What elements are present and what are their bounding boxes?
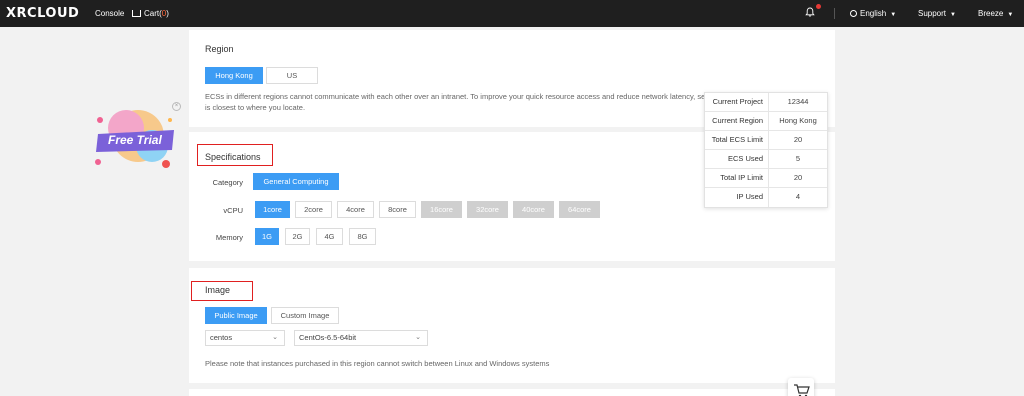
info-value: 4 [795,192,801,201]
globe-icon [850,10,857,17]
region-hong-kong-button[interactable]: Hong Kong [205,67,263,84]
user-label: Breeze [978,9,1004,18]
table-row: Total ECS Limit 20 [705,131,827,150]
info-key: IP Used [705,188,769,207]
notification-dot [816,4,821,9]
region-note-line1: ECSs in different regions cannot communi… [205,92,705,101]
vcpu-4core[interactable]: 4core [337,201,374,218]
language-label: English [860,9,887,18]
info-key: Total IP Limit [705,169,769,187]
info-key: ECS Used [705,150,769,168]
region-title: Region [205,44,234,54]
table-row: Current Region Hong Kong [705,112,827,131]
chevron-down-icon: ⌄ [415,334,421,341]
info-value: 12344 [787,97,809,106]
image-highlight [191,281,253,301]
memory-4g[interactable]: 4G [316,228,343,245]
support-menu[interactable]: Support ▼ [918,9,956,18]
vcpu-1core[interactable]: 1core [255,201,290,218]
info-key: Current Region [705,112,769,130]
info-value: 20 [793,173,803,182]
table-row: Total IP Limit 20 [705,169,827,188]
next-panel [189,389,835,396]
image-note: Please note that instances purchased in … [205,359,550,368]
cart-label-close: ) [166,9,169,18]
version-select[interactable]: CentOs-6.5-64bit ⌄ [294,330,428,346]
close-icon[interactable]: × [172,102,181,111]
vcpu-label: vCPU [223,206,243,215]
image-panel: Image Public Image Custom Image centos ⌄… [189,268,835,383]
public-image-tab[interactable]: Public Image [205,307,267,324]
chevron-down-icon: ▼ [890,12,897,18]
table-row: IP Used 4 [705,188,827,207]
os-select-value: centos [210,333,233,342]
chevron-down-icon: ▼ [950,12,956,18]
info-key: Total ECS Limit [705,131,769,149]
info-value: Hong Kong [779,116,817,125]
region-note-line2: is closest to where you locate. [205,103,306,112]
cart-icon [794,384,810,396]
memory-label: Memory [215,233,243,242]
cart-link[interactable]: Cart(0) [132,9,169,18]
category-label: Category [212,178,243,187]
table-row: Current Project 12344 [705,93,827,112]
nav-divider [834,8,835,19]
category-general-computing[interactable]: General Computing [253,173,339,190]
info-key: Current Project [705,93,769,111]
specifications-highlight [197,144,273,166]
chevron-down-icon: ⌄ [272,334,278,341]
vcpu-2core[interactable]: 2core [295,201,332,218]
cart-icon [132,10,141,17]
top-navigation-bar: XRCLOUD Console Cart(0) English ▼ Support… [0,0,1024,27]
vcpu-40core: 40core [513,201,554,218]
quota-info-table: Current Project 12344 Current Region Hong … [704,92,828,208]
vcpu-64core: 64core [559,201,600,218]
memory-8g[interactable]: 8G [349,228,376,245]
cart-label: Cart( [144,9,162,18]
floating-cart-button[interactable] [788,378,814,396]
version-select-value: CentOs-6.5-64bit [299,333,357,342]
logo[interactable]: XRCLOUD [6,6,79,21]
memory-2g[interactable]: 2G [285,228,310,245]
region-us-button[interactable]: US [266,67,318,84]
user-menu[interactable]: Breeze ▼ [978,9,1013,18]
bell-icon[interactable] [805,7,815,17]
memory-1g[interactable]: 1G [255,228,279,245]
language-selector[interactable]: English ▼ [850,9,896,18]
free-trial-label: Free Trial [108,133,162,147]
table-row: ECS Used 5 [705,150,827,169]
vcpu-8core[interactable]: 8core [379,201,416,218]
info-value: 5 [795,154,801,163]
custom-image-tab[interactable]: Custom Image [271,307,339,324]
chevron-down-icon: ▼ [1007,12,1014,18]
info-value: 20 [793,135,803,144]
console-link[interactable]: Console [95,9,124,18]
support-label: Support [918,9,947,18]
vcpu-16core: 16core [421,201,462,218]
vcpu-32core: 32core [467,201,508,218]
os-select[interactable]: centos ⌄ [205,330,285,346]
